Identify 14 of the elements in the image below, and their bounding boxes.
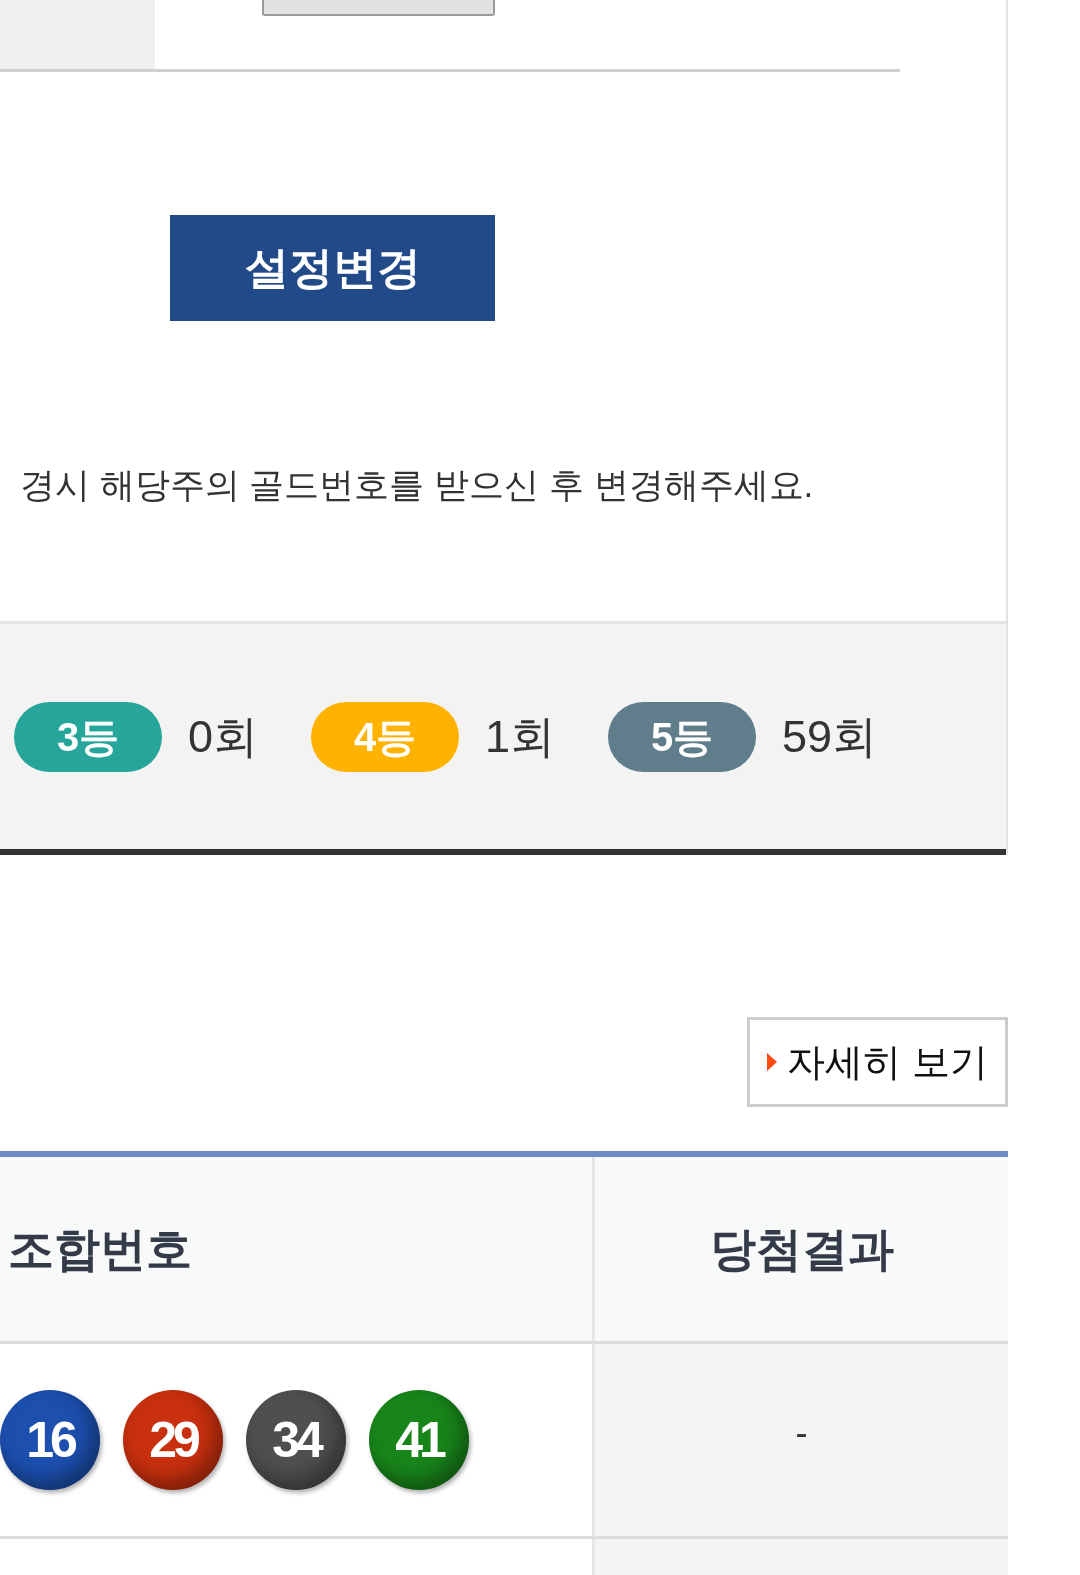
rank-badge: 5등: [608, 701, 756, 772]
column-header: 조합번호: [0, 1157, 595, 1341]
notice-text: 경시 해당주의 골드번호를 받으신 후 변경해주세요.: [20, 464, 814, 506]
rank-badge: 4등: [311, 701, 459, 772]
win-count: 1회: [485, 714, 556, 759]
change-settings-button[interactable]: 설정변경: [170, 215, 495, 321]
form-button[interactable]: [262, 0, 495, 16]
caret-icon: [767, 1053, 778, 1071]
result-cell: -: [595, 1344, 1008, 1536]
win-count: 0회: [188, 714, 259, 759]
win-count: 59회: [782, 714, 878, 759]
rank-badge: 3등: [14, 701, 162, 772]
details-button[interactable]: 자세히 보기: [747, 1017, 1008, 1107]
column-header: 당첨결과: [595, 1157, 1008, 1341]
